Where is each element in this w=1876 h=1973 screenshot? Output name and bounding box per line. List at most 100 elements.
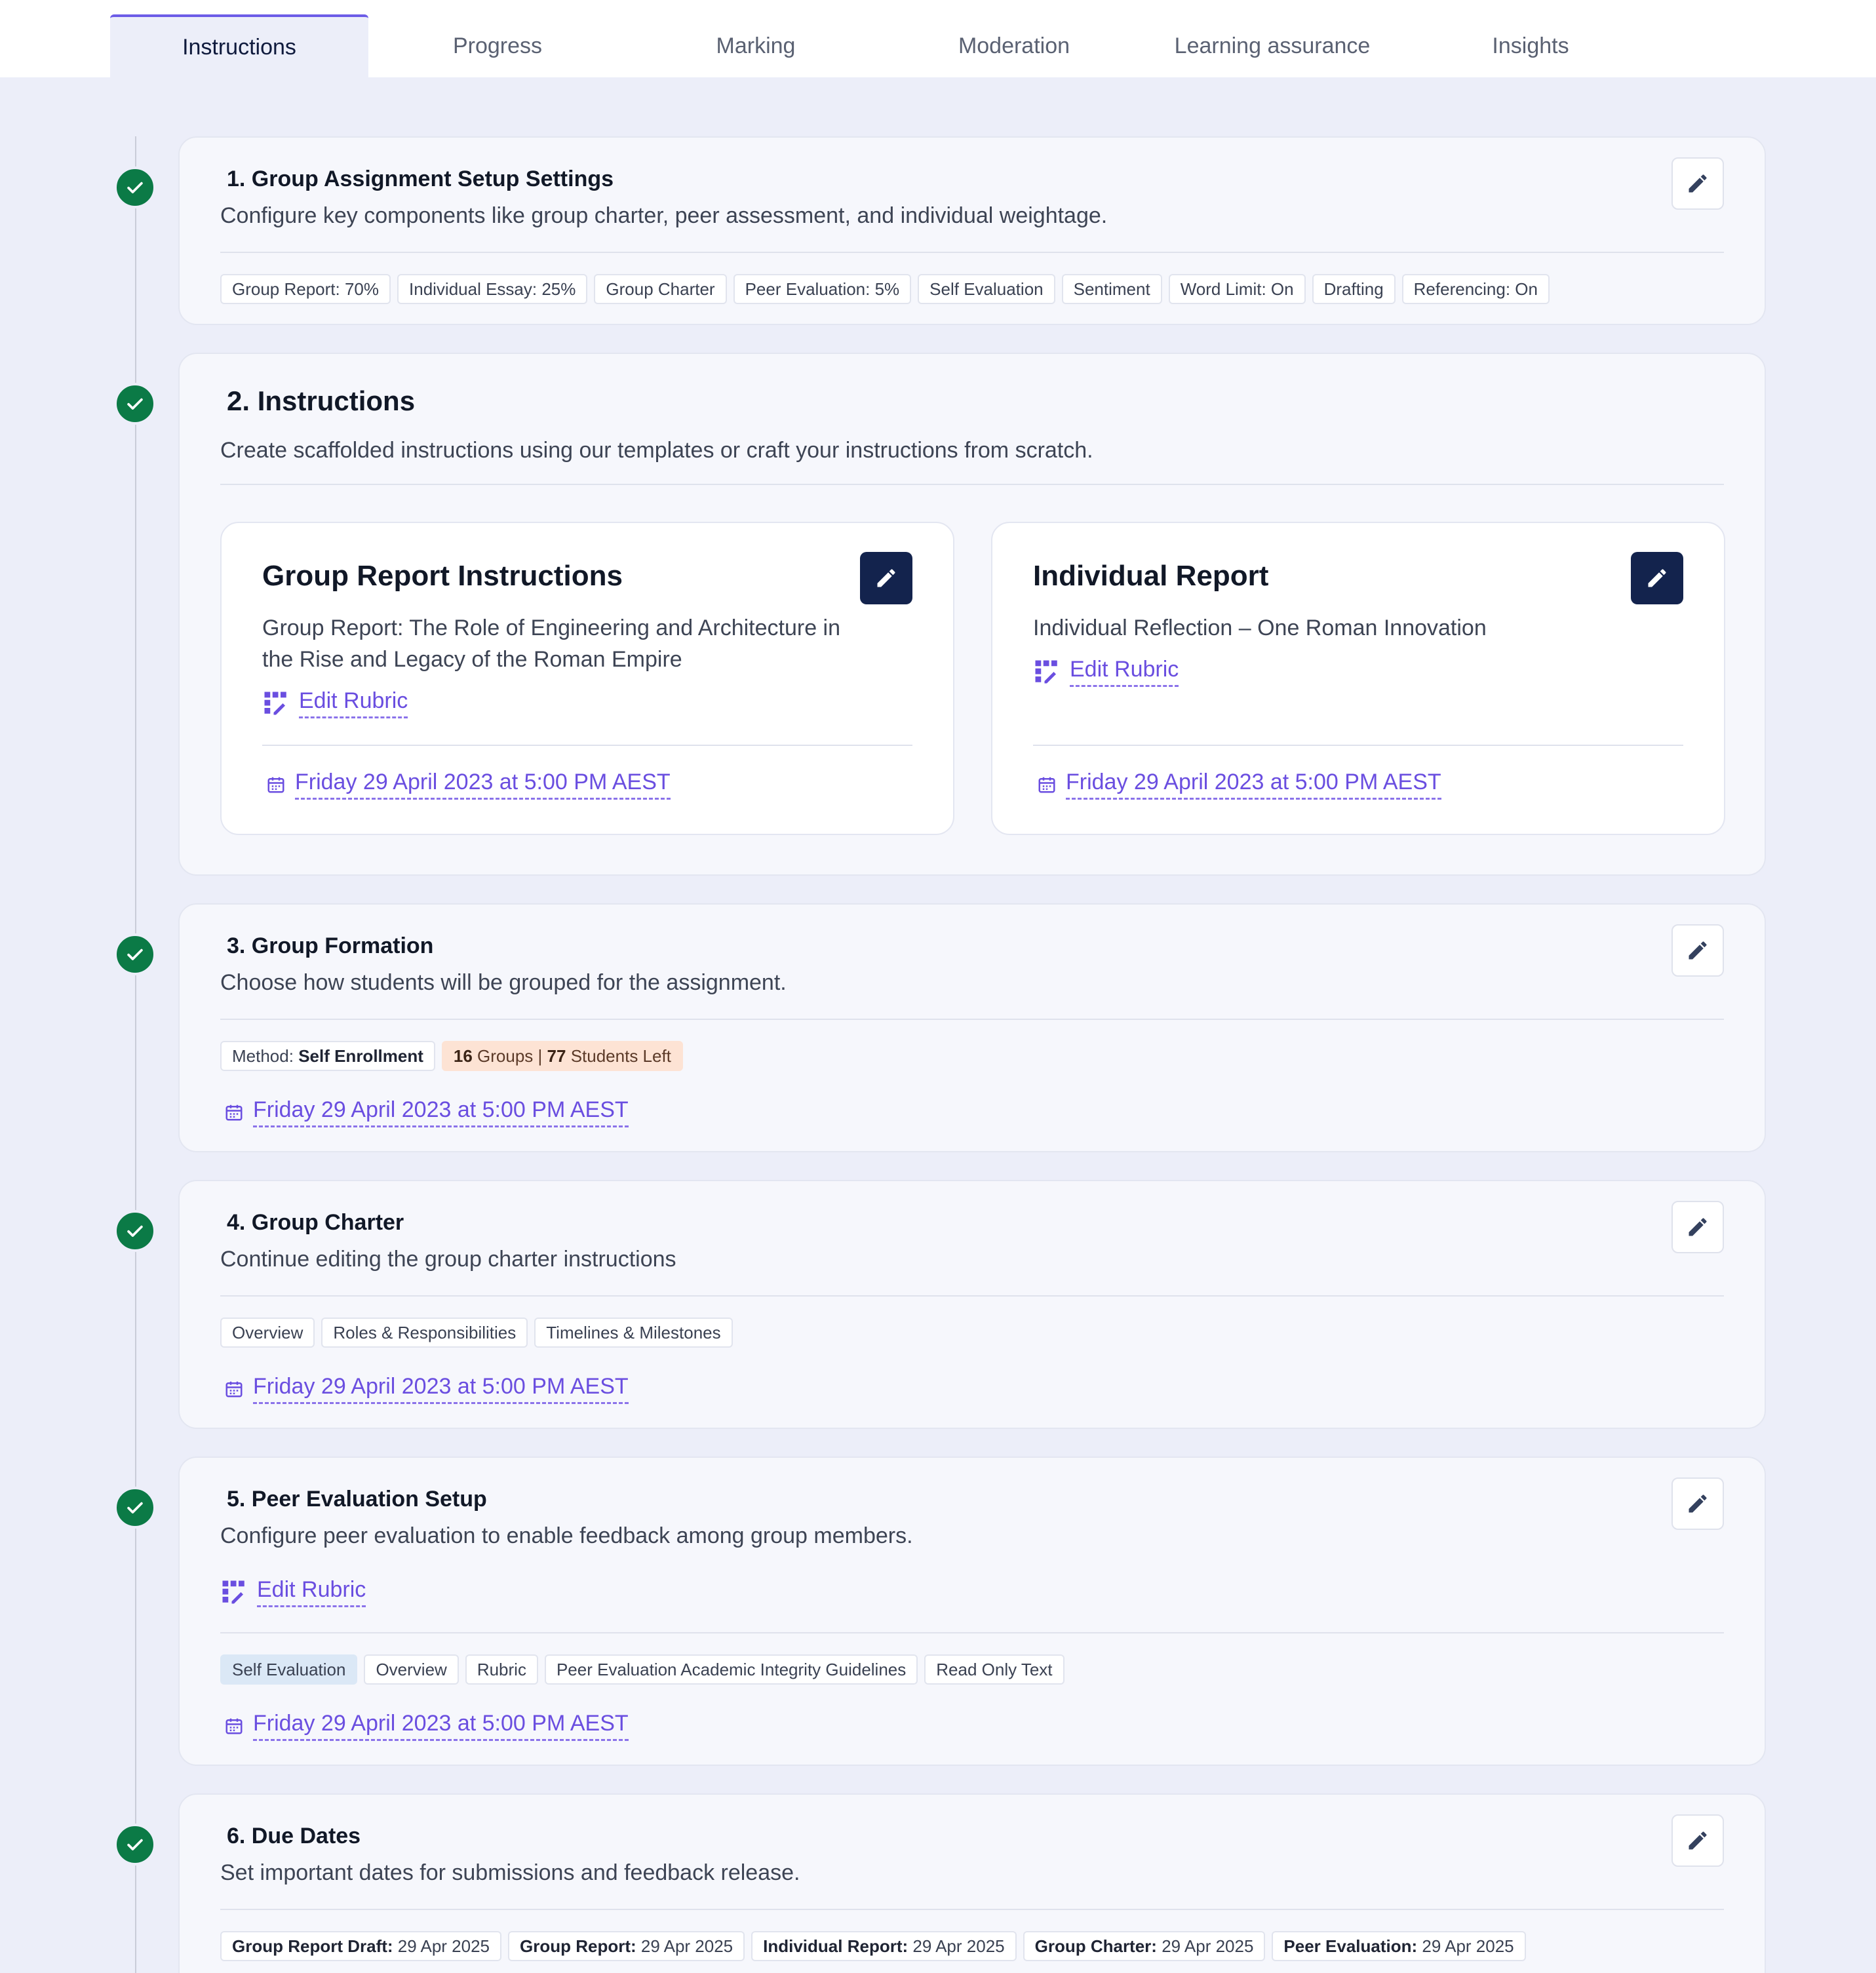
step-title: 5. Peer Evaluation Setup xyxy=(227,1487,487,1512)
step-title: 3. Group Formation xyxy=(227,933,434,958)
peer-eval-section-chip: Overview xyxy=(364,1654,459,1685)
due-date-chip: Group Report Draft: 29 Apr 2025 xyxy=(220,1931,502,1961)
peer-eval-section-chip: Read Only Text xyxy=(924,1654,1065,1685)
due-date-chip: Individual Report: 29 Apr 2025 xyxy=(751,1931,1017,1961)
due-date-value: 29 Apr 2025 xyxy=(1422,1936,1514,1956)
calendar-icon xyxy=(225,1718,243,1734)
calendar-icon xyxy=(225,1104,243,1121)
edit-rubric-link[interactable]: Edit Rubric xyxy=(220,1577,366,1607)
charter-section-chip: Roles & Responsibilities xyxy=(321,1318,528,1348)
charter-chips: Overview Roles & Responsibilities Timeli… xyxy=(220,1318,733,1348)
group-report-description: Group Report: The Role of Engineering an… xyxy=(262,615,841,672)
tab-bar: Instructions Progress Marking Moderation… xyxy=(0,0,1876,77)
step-title: 1. Group Assignment Setup Settings xyxy=(227,166,614,191)
charter-section-chip: Timelines & Milestones xyxy=(534,1318,733,1348)
edit-rubric-text[interactable]: Edit Rubric xyxy=(257,1577,366,1607)
calendar-icon xyxy=(1038,777,1055,793)
divider xyxy=(1033,745,1683,746)
setting-chip: Individual Essay: 25% xyxy=(397,274,588,304)
due-date-link[interactable]: Friday 29 April 2023 at 5:00 PM AEST xyxy=(1037,770,1441,800)
step-card-group-charter: 4. Group Charter Continue editing the gr… xyxy=(178,1180,1766,1429)
method-chip: Method: Self Enrollment xyxy=(220,1041,435,1071)
calendar-icon xyxy=(225,1381,243,1397)
step-description: Configure key components like group char… xyxy=(220,203,1108,228)
due-date-link[interactable]: Friday 29 April 2023 at 5:00 PM AEST xyxy=(224,1097,629,1127)
setting-chip: Word Limit: On xyxy=(1168,274,1306,304)
step-complete-icon xyxy=(114,1210,156,1252)
due-date-link[interactable]: Friday 29 April 2023 at 5:00 PM AEST xyxy=(224,1374,629,1404)
rubric-edit-icon xyxy=(222,1580,244,1604)
group-report-title: Group Report Instructions xyxy=(262,560,623,592)
groups-label: Groups | xyxy=(477,1045,543,1066)
calendar-icon xyxy=(267,777,284,793)
due-date-text[interactable]: Friday 29 April 2023 at 5:00 PM AEST xyxy=(253,1097,629,1127)
edit-button[interactable] xyxy=(1671,1477,1724,1530)
due-date-text[interactable]: Friday 29 April 2023 at 5:00 PM AEST xyxy=(253,1711,629,1741)
edit-rubric-link[interactable]: Edit Rubric xyxy=(262,688,408,718)
step-complete-icon xyxy=(114,383,156,425)
step-card-due-dates: 6. Due Dates Set important dates for sub… xyxy=(178,1793,1766,1973)
settings-chips: Group Report: 70% Individual Essay: 25% … xyxy=(220,274,1550,304)
edit-rubric-link[interactable]: Edit Rubric xyxy=(1033,657,1179,687)
due-date-label: Peer Evaluation: xyxy=(1283,1936,1418,1956)
method-value: Self Enrollment xyxy=(298,1045,423,1066)
due-date-link[interactable]: Friday 29 April 2023 at 5:00 PM AEST xyxy=(224,1711,629,1741)
due-date-text[interactable]: Friday 29 April 2023 at 5:00 PM AEST xyxy=(253,1374,629,1404)
groups-status-chip: 16 Groups | 77 Students Left xyxy=(441,1041,683,1071)
tab-insights[interactable]: Insights xyxy=(1401,14,1660,77)
setting-chip: Sentiment xyxy=(1061,274,1162,304)
setting-chip: Group Report: 70% xyxy=(220,274,391,304)
due-date-link[interactable]: Friday 29 April 2023 at 5:00 PM AEST xyxy=(266,770,671,800)
setting-chip: Drafting xyxy=(1312,274,1396,304)
divider xyxy=(220,484,1724,485)
edit-rubric-text[interactable]: Edit Rubric xyxy=(1070,657,1179,687)
students-count: 77 xyxy=(547,1045,566,1066)
due-date-label: Group Report: xyxy=(520,1936,636,1956)
divider xyxy=(262,745,912,746)
charter-section-chip: Overview xyxy=(220,1318,315,1348)
setting-chip: Self Evaluation xyxy=(918,274,1055,304)
setting-chip: Referencing: On xyxy=(1401,274,1550,304)
due-date-chip: Group Charter: 29 Apr 2025 xyxy=(1023,1931,1266,1961)
step-card-group-formation: 3. Group Formation Choose how students w… xyxy=(178,903,1766,1152)
due-date-text[interactable]: Friday 29 April 2023 at 5:00 PM AEST xyxy=(1066,770,1441,800)
edit-rubric-text[interactable]: Edit Rubric xyxy=(299,688,408,718)
due-date-value: 29 Apr 2025 xyxy=(397,1936,490,1956)
tab-marking[interactable]: Marking xyxy=(627,14,885,77)
peer-eval-chips: Self Evaluation Overview Rubric Peer Eva… xyxy=(220,1654,1065,1685)
group-report-card: Group Report Instructions Group Report: … xyxy=(220,522,954,835)
tab-progress[interactable]: Progress xyxy=(368,14,627,77)
edit-group-report-button[interactable] xyxy=(860,552,912,604)
edit-button[interactable] xyxy=(1671,157,1724,210)
step-complete-icon xyxy=(114,166,156,208)
edit-button[interactable] xyxy=(1671,1201,1724,1253)
peer-eval-section-chip: Rubric xyxy=(465,1654,538,1685)
step-title: 6. Due Dates xyxy=(227,1824,361,1848)
due-date-label: Individual Report: xyxy=(763,1936,909,1956)
due-date-chip: Group Report: 29 Apr 2025 xyxy=(508,1931,745,1961)
pencil-icon xyxy=(1689,174,1707,193)
due-date-text[interactable]: Friday 29 April 2023 at 5:00 PM AEST xyxy=(295,770,671,800)
due-date-value: 29 Apr 2025 xyxy=(640,1936,733,1956)
tab-moderation[interactable]: Moderation xyxy=(885,14,1143,77)
edit-button[interactable] xyxy=(1671,1814,1724,1867)
individual-report-title: Individual Report xyxy=(1033,560,1269,592)
tab-learning-assurance[interactable]: Learning assurance xyxy=(1143,14,1401,77)
students-label: Students Left xyxy=(570,1045,671,1066)
edit-individual-report-button[interactable] xyxy=(1631,552,1683,604)
rubric-edit-icon xyxy=(264,692,286,715)
pencil-icon xyxy=(877,569,895,587)
individual-report-card: Individual Report Individual Reflection … xyxy=(991,522,1725,835)
step-card-setup-settings: 1. Group Assignment Setup Settings Confi… xyxy=(178,136,1766,325)
pencil-icon xyxy=(1689,941,1707,960)
method-label: Method: xyxy=(232,1045,294,1066)
peer-eval-section-chip: Peer Evaluation Academic Integrity Guide… xyxy=(544,1654,918,1685)
tab-instructions[interactable]: Instructions xyxy=(110,14,368,77)
step-card-peer-evaluation: 5. Peer Evaluation Setup Configure peer … xyxy=(178,1456,1766,1766)
due-date-chip: Peer Evaluation: 29 Apr 2025 xyxy=(1272,1931,1526,1961)
pencil-icon xyxy=(1648,569,1666,587)
edit-button[interactable] xyxy=(1671,924,1724,977)
step-title: 2. Instructions xyxy=(227,385,416,416)
step-description: Choose how students will be grouped for … xyxy=(220,970,787,995)
due-date-chips: Group Report Draft: 29 Apr 2025 Group Re… xyxy=(220,1931,1526,1961)
